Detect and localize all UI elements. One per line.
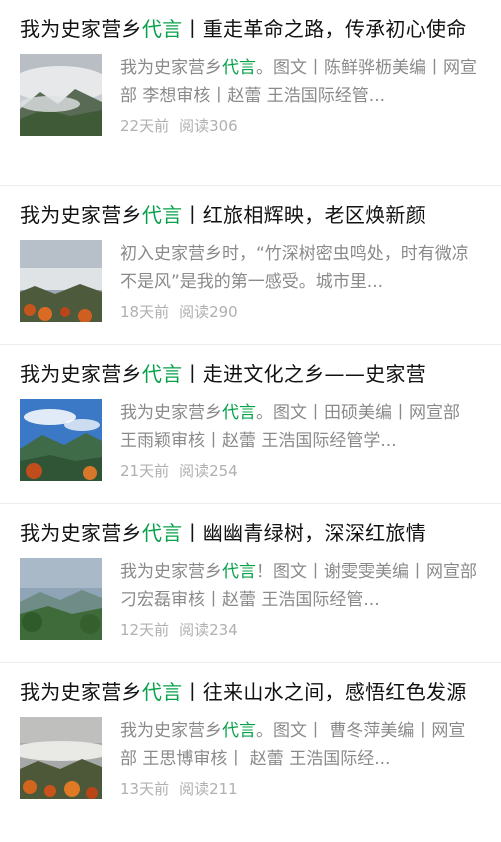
- read-count: 阅读254: [179, 462, 238, 480]
- publish-time: 12天前: [120, 621, 170, 639]
- read-count: 阅读211: [179, 780, 238, 798]
- title-prefix: 我为史家营乡: [20, 17, 142, 41]
- title-prefix: 我为史家营乡: [20, 680, 142, 704]
- article-meta: 13天前 阅读211: [120, 778, 481, 800]
- article-meta: 21天前 阅读254: [120, 460, 481, 482]
- article-thumbnail[interactable]: [20, 54, 102, 136]
- article-item[interactable]: 我为史家营乡代言丨走进文化之乡——史家营 我为史家营乡代言。图文丨田硕美编丨网宣…: [0, 345, 501, 504]
- title-accent: 代言: [141, 203, 183, 227]
- title-prefix: 我为史家营乡: [20, 203, 142, 227]
- read-count: 阅读290: [179, 303, 238, 321]
- article-meta: 12天前 阅读234: [120, 619, 481, 641]
- article-thumbnail[interactable]: [20, 558, 102, 640]
- title-prefix: 我为史家营乡: [20, 521, 142, 545]
- article-item[interactable]: 我为史家营乡代言丨往来山水之间，感悟红色发源 我为史家营乡代言。图文丨 曹冬萍美…: [0, 663, 501, 842]
- article-summary: 初入史家营乡时，“竹深树密虫鸣处，时有微凉不是风”是我的第一感受。城市里...: [120, 244, 469, 292]
- article-meta: 22天前 阅读306: [120, 115, 481, 137]
- publish-time: 22天前: [120, 117, 170, 135]
- article-summary: 我为史家营乡代言。图文丨田硕美编丨网宣部 王雨颖审核丨赵蕾 王浩国际经管学...: [120, 403, 460, 451]
- article-title[interactable]: 我为史家营乡代言丨重走革命之路，传承初心使命: [20, 14, 481, 44]
- article-summary: 我为史家营乡代言。图文丨陈鲜骅枥美编丨网宣部 李想审核丨赵蕾 王浩国际经管...: [120, 58, 477, 106]
- blue-sky-mountain-photo-icon: [20, 399, 102, 481]
- clouds-sunset-photo-icon: [20, 717, 102, 799]
- title-rest: 丨重走革命之路，传承初心使命: [182, 17, 467, 41]
- article-summary: 我为史家营乡代言！图文丨谢雯雯美编丨网宣部 刁宏磊审核丨赵蕾 王浩国际经管...: [120, 562, 477, 610]
- title-accent: 代言: [141, 17, 183, 41]
- title-prefix: 我为史家营乡: [20, 362, 142, 386]
- article-title[interactable]: 我为史家营乡代言丨红旅相辉映，老区焕新颜: [20, 200, 481, 230]
- read-count: 阅读234: [179, 621, 238, 639]
- article-title[interactable]: 我为史家营乡代言丨往来山水之间，感悟红色发源: [20, 677, 481, 707]
- article-item[interactable]: 我为史家营乡代言丨红旅相辉映，老区焕新颜 初入史家营乡时，“竹深树密虫鸣处，时有…: [0, 186, 501, 345]
- article-thumbnail[interactable]: [20, 399, 102, 481]
- title-accent: 代言: [141, 680, 183, 704]
- publish-time: 13天前: [120, 780, 170, 798]
- title-accent: 代言: [141, 362, 183, 386]
- article-summary: 我为史家营乡代言。图文丨 曹冬萍美编丨网宣部 王思博审核丨 赵蕾 王浩国际经..…: [120, 721, 466, 769]
- article-thumbnail[interactable]: [20, 717, 102, 799]
- publish-time: 18天前: [120, 303, 170, 321]
- article-item[interactable]: 我为史家营乡代言丨幽幽青绿树，深深红旅情 我为史家营乡代言！图文丨谢雯雯美编丨网…: [0, 504, 501, 663]
- article-feed: 我为史家营乡代言丨重走革命之路，传承初心使命 我为史家营乡代言。图文丨陈鲜骅枥美…: [0, 0, 501, 842]
- title-rest: 丨幽幽青绿树，深深红旅情: [182, 521, 427, 545]
- green-valley-photo-icon: [20, 558, 102, 640]
- publish-time: 21天前: [120, 462, 170, 480]
- read-count: 阅读306: [179, 117, 238, 135]
- title-rest: 丨红旅相辉映，老区焕新颜: [182, 203, 427, 227]
- sea-of-clouds-photo-icon: [20, 240, 102, 322]
- article-title[interactable]: 我为史家营乡代言丨走进文化之乡——史家营: [20, 359, 481, 389]
- article-meta: 18天前 阅读290: [120, 301, 481, 323]
- article-title[interactable]: 我为史家营乡代言丨幽幽青绿树，深深红旅情: [20, 518, 481, 548]
- mountain-fog-photo-icon: [20, 54, 102, 136]
- article-thumbnail[interactable]: [20, 240, 102, 322]
- title-rest: 丨走进文化之乡——史家营: [182, 362, 427, 386]
- title-accent: 代言: [141, 521, 183, 545]
- title-rest: 丨往来山水之间，感悟红色发源: [182, 680, 467, 704]
- article-item[interactable]: 我为史家营乡代言丨重走革命之路，传承初心使命 我为史家营乡代言。图文丨陈鲜骅枥美…: [0, 0, 501, 186]
